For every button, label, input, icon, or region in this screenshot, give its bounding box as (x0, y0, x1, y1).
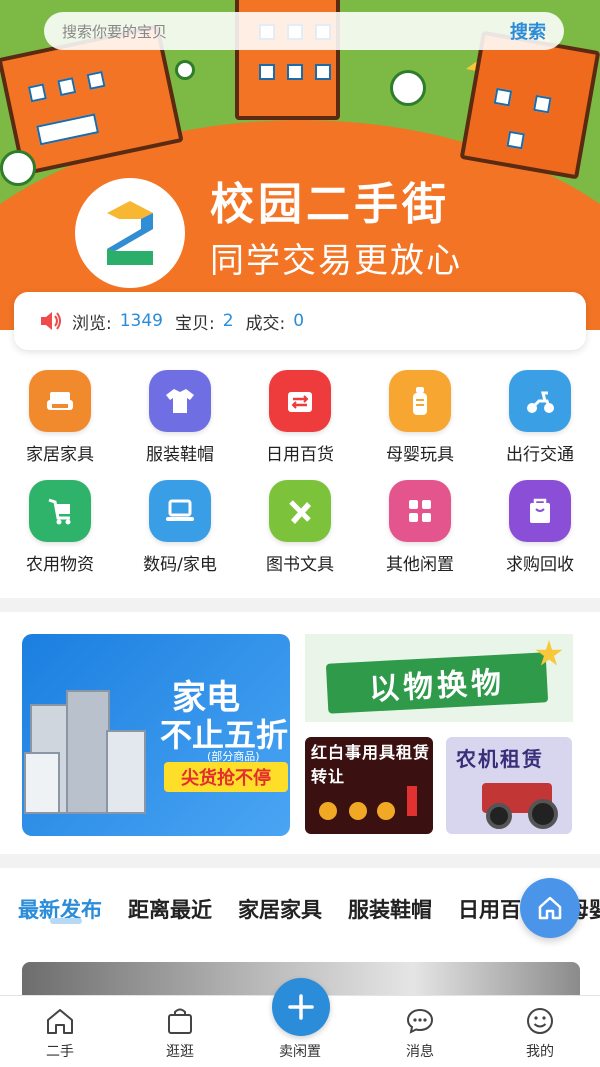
category-grid: 家居家具 服装鞋帽 日用百货 母婴玩具 出行交通 农用物资 数码/家电 图书文具… (0, 370, 600, 590)
tab-nearest[interactable]: 距离最近 (128, 894, 212, 924)
nav-label: 消息 (406, 1044, 434, 1060)
nav-profile[interactable]: 我的 (480, 996, 600, 1067)
home-icon (538, 896, 562, 920)
nav-secondhand[interactable]: 二手 (0, 996, 120, 1067)
banner-farm-machinery[interactable]: 农机租赁 (446, 737, 572, 834)
category-label: 出行交通 (506, 445, 574, 465)
tab-clothing[interactable]: 服装鞋帽 (348, 894, 432, 924)
banner-rental-title: 红白事用具租赁转让 (311, 743, 431, 786)
sell-button[interactable] (272, 978, 330, 1036)
tab-home-furniture[interactable]: 家居家具 (238, 894, 322, 924)
banner-swap[interactable]: 以物换物 (305, 634, 573, 722)
category-label: 日用百货 (266, 445, 334, 465)
hero-banner: 搜索你要的宝贝 搜索 校园二手街 同学交易更放心 (0, 0, 600, 330)
shopping-bag-icon (168, 1008, 192, 1034)
section-divider (0, 598, 600, 612)
bag-icon (509, 480, 571, 542)
items-label: 宝贝: (175, 313, 215, 334)
basket-icon (269, 370, 331, 432)
category-daily-goods[interactable]: 日用百货 (240, 370, 360, 480)
items-value: 2 (222, 311, 234, 331)
tractor-wheel (486, 803, 512, 829)
pencil-ruler-icon (269, 480, 331, 542)
category-wanted-recycle[interactable]: 求购回收 (480, 480, 600, 590)
logo-icon (107, 201, 153, 265)
category-other-idle[interactable]: 其他闲置 (360, 480, 480, 590)
smile-icon (527, 1008, 553, 1034)
search-bar[interactable]: 搜索你要的宝贝 搜索 (44, 12, 564, 50)
category-label: 求购回收 (506, 555, 574, 575)
views-label: 浏览: (72, 313, 112, 334)
cart-icon (29, 480, 91, 542)
tree-decoration (390, 70, 426, 106)
laptop-icon (149, 480, 211, 542)
nav-label: 我的 (526, 1044, 554, 1060)
category-transport[interactable]: 出行交通 (480, 370, 600, 480)
grid-icon (389, 480, 451, 542)
category-baby-toys[interactable]: 母婴玩具 (360, 370, 480, 480)
banner-farm-title: 农机租赁 (456, 747, 544, 771)
stats-bar: 浏览: 1349 宝贝: 2 成交: 0 (14, 292, 586, 350)
category-label: 其他闲置 (386, 555, 454, 575)
deals-value: 0 (293, 311, 305, 331)
plus-icon (288, 994, 314, 1020)
category-home-furniture[interactable]: 家居家具 (0, 370, 120, 480)
speaker-icon (41, 312, 61, 330)
search-button[interactable]: 搜索 (510, 18, 546, 44)
lantern-image (319, 802, 337, 820)
search-input[interactable]: 搜索你要的宝贝 (62, 21, 510, 42)
tree-decoration (175, 60, 195, 80)
banner-rental[interactable]: 红白事用具租赁转让 (305, 737, 433, 834)
sofa-icon (29, 370, 91, 432)
baby-bottle-icon (389, 370, 451, 432)
tractor-wheel (528, 799, 558, 829)
category-books-stationery[interactable]: 图书文具 (240, 480, 360, 590)
building-right (459, 30, 600, 180)
tree-decoration (0, 150, 36, 186)
views-value: 1349 (119, 311, 163, 331)
fridge-image (66, 690, 110, 814)
category-label: 家居家具 (26, 445, 94, 465)
tshirt-icon (149, 370, 211, 432)
brand-block: 校园二手街 同学交易更放心 (210, 178, 462, 286)
lantern-image (349, 802, 367, 820)
deals-label: 成交: (245, 313, 286, 334)
nav-label: 卖闲置 (279, 1044, 321, 1060)
feed-tabs: 最新发布 距离最近 家居家具 服装鞋帽 日用百货 母婴玩具 (0, 886, 600, 932)
chat-icon (406, 1008, 434, 1034)
nav-label: 逛逛 (166, 1044, 194, 1060)
scooter-icon (509, 370, 571, 432)
category-farm-supplies[interactable]: 农用物资 (0, 480, 120, 590)
lantern-image (377, 802, 395, 820)
category-clothing[interactable]: 服装鞋帽 (120, 370, 240, 480)
nav-messages[interactable]: 消息 (360, 996, 480, 1067)
nav-browse[interactable]: 逛逛 (120, 996, 240, 1067)
brand-title: 校园二手街 (210, 179, 450, 230)
category-label: 图书文具 (266, 555, 334, 575)
category-label: 数码/家电 (143, 555, 217, 575)
category-digital-appliance[interactable]: 数码/家电 (120, 480, 240, 590)
home-icon (47, 1009, 73, 1034)
tab-indicator (50, 918, 82, 924)
logo (75, 178, 185, 288)
candle-image (407, 786, 417, 816)
category-label: 母婴玩具 (386, 445, 454, 465)
category-label: 农用物资 (26, 555, 94, 575)
section-divider (0, 854, 600, 868)
nav-label: 二手 (46, 1044, 74, 1060)
app-page: 搜索你要的宝贝 搜索 校园二手街 同学交易更放心 浏览: 1349 宝贝: 2 … (0, 0, 600, 1067)
banner-swap-title: 以物换物 (325, 652, 549, 714)
home-float-button[interactable] (520, 878, 580, 938)
banner-appliance-tag: 尖货抢不停 (164, 762, 288, 792)
washer-image (24, 752, 60, 814)
washer-image (106, 730, 146, 814)
category-label: 服装鞋帽 (146, 445, 214, 465)
brand-subtitle: 同学交易更放心 (210, 241, 462, 281)
banner-appliance[interactable]: 家电 不止五折 (部分商品) 尖货抢不停 (22, 634, 290, 836)
